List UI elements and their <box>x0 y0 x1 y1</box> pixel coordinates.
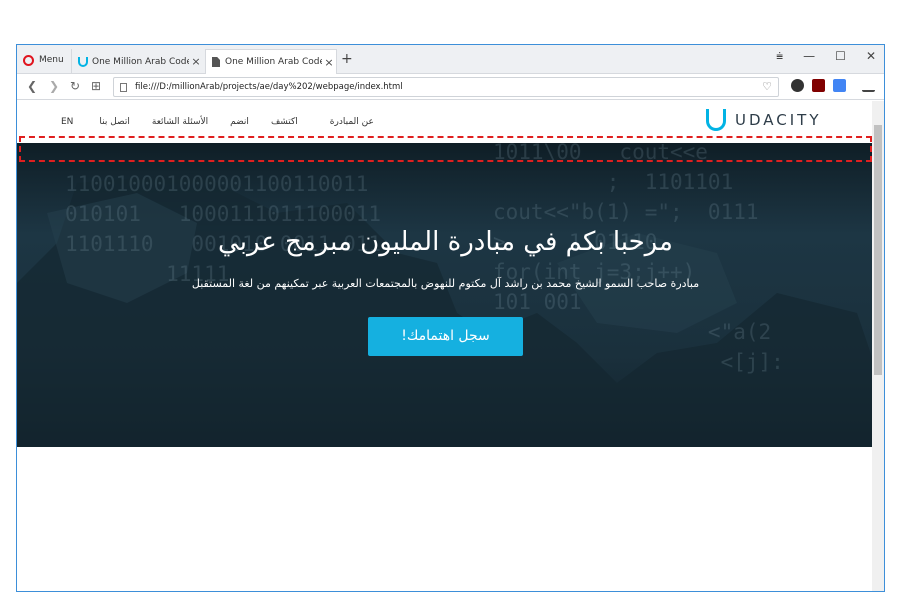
address-bar[interactable]: file:///D:/millionArab/projects/ae/day%2… <box>113 77 779 97</box>
vertical-scrollbar[interactable] <box>872 101 884 591</box>
nav-link-discover[interactable]: اكتشف <box>271 117 298 127</box>
nav-link-faq[interactable]: الأسئلة الشائعة <box>152 117 208 127</box>
page-viewport: EN اتصل بنا الأسئلة الشائعة انضم اكتشف ع… <box>17 101 874 591</box>
tab-title: One Million Arab Coders <box>225 57 322 67</box>
reload-button[interactable]: ↻ <box>70 79 80 93</box>
new-tab-button[interactable]: + <box>341 51 353 67</box>
nav-link-en[interactable]: EN <box>61 117 73 127</box>
settings-extension-icon[interactable] <box>791 79 804 92</box>
browser-menu-button[interactable]: Menu <box>17 49 69 71</box>
tab-strip: Menu One Million Arab Coders × One Milli… <box>17 45 884 74</box>
back-button[interactable]: ❮ <box>27 79 37 93</box>
speed-dial-icon[interactable]: ⊞ <box>91 79 101 93</box>
window-controls: ⩧ — ☐ ✕ <box>776 49 876 64</box>
tab-menu-icon[interactable]: ⩧ <box>776 49 783 64</box>
tab-2-active[interactable]: One Million Arab Coders × <box>205 49 337 74</box>
tab-title: One Million Arab Coders <box>92 56 189 67</box>
forward-button[interactable]: ❯ <box>49 79 59 93</box>
nav-link-join[interactable]: انضم <box>230 117 249 127</box>
scrollbar-thumb[interactable] <box>874 125 882 375</box>
udacity-logo-icon <box>706 109 726 131</box>
tab-close-icon[interactable]: × <box>322 56 336 69</box>
register-interest-button[interactable]: سجل اهتمامك! <box>368 317 523 356</box>
url-text[interactable]: file:///D:/millionArab/projects/ae/day%2… <box>135 82 403 92</box>
tab-close-icon[interactable]: × <box>189 55 203 68</box>
tab-1[interactable]: One Million Arab Coders × <box>71 49 203 74</box>
udacity-logo[interactable]: UDACITY <box>706 109 822 131</box>
ublock-extension-icon[interactable] <box>812 79 825 92</box>
nav-link-about[interactable]: عن المبادرة <box>330 117 374 127</box>
hero-title: مرحبا بكم في مبادرة المليون مبرمج عربي <box>218 227 673 257</box>
hero-subtitle: مبادرة صاحب السمو الشيخ محمد بن راشد آل … <box>191 277 700 290</box>
translate-extension-icon[interactable] <box>833 79 846 92</box>
code-texture: 1011\00 cout<<e ; 1101101 cout<<"b(1) ="… <box>493 143 784 374</box>
download-icon[interactable] <box>862 79 875 92</box>
udacity-favicon-icon <box>78 56 88 67</box>
highlight-region <box>19 136 872 162</box>
logo-text: UDACITY <box>735 111 822 129</box>
browser-window: Menu One Million Arab Coders × One Milli… <box>16 44 885 592</box>
menu-label: Menu <box>39 55 64 65</box>
site-nav: EN اتصل بنا الأسئلة الشائعة انضم اكتشف ع… <box>61 117 374 127</box>
bookmark-heart-icon[interactable]: ♡ <box>762 80 772 93</box>
maximize-button[interactable]: ☐ <box>835 49 846 64</box>
document-favicon-icon <box>212 57 220 67</box>
hero-section: 1011\00 cout<<e ; 1101101 cout<<"b(1) ="… <box>17 143 874 447</box>
close-window-button[interactable]: ✕ <box>866 49 876 64</box>
nav-link-contact[interactable]: اتصل بنا <box>99 117 129 127</box>
opera-logo-icon <box>23 54 34 66</box>
address-toolbar: ❮ ❯ ↻ ⊞ file:///D:/millionArab/projects/… <box>17 74 884 100</box>
minimize-button[interactable]: — <box>803 49 815 64</box>
page-icon <box>120 82 127 92</box>
